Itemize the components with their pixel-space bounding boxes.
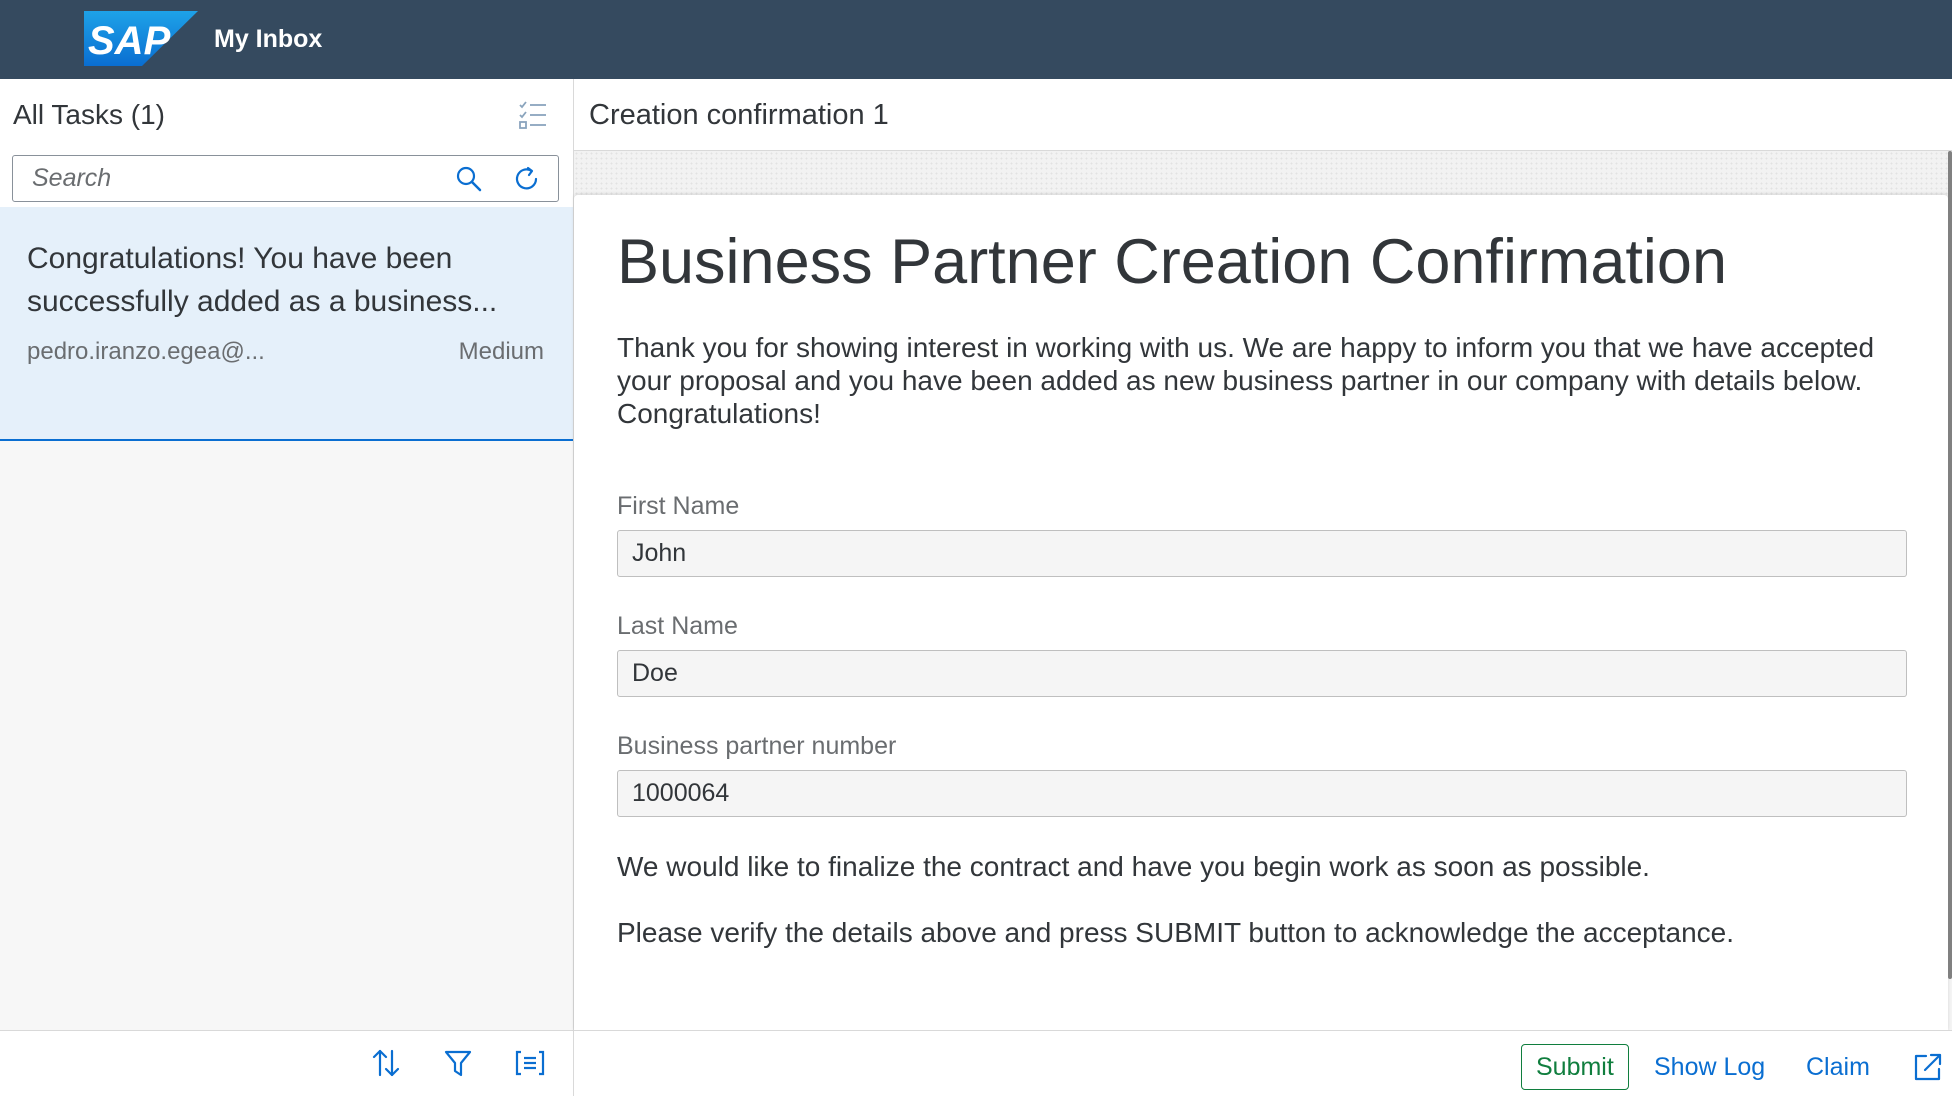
sort-icon <box>372 1049 400 1077</box>
form-title: Business Partner Creation Confirmation <box>617 227 1728 297</box>
sort-button[interactable] <box>366 1043 406 1083</box>
closing-text-2: Please verify the details above and pres… <box>617 917 1735 948</box>
detail-footer-toolbar: Submit Show Log Claim <box>574 1030 1952 1096</box>
task-title: Congratulations! You have been successfu… <box>27 242 498 318</box>
search-button[interactable] <box>451 161 487 197</box>
first-name-field[interactable]: John <box>617 530 1907 577</box>
task-detail-title: Creation confirmation 1 <box>589 99 889 131</box>
closing-text-1: We would like to finalize the contract a… <box>617 851 1650 882</box>
task-list-item[interactable]: Congratulations! You have been successfu… <box>0 207 573 441</box>
group-icon <box>515 1050 545 1076</box>
submit-button[interactable]: Submit <box>1521 1044 1629 1090</box>
task-list-title: All Tasks (1) <box>13 99 165 130</box>
app-title: My Inbox <box>214 25 323 53</box>
detail-background-strip <box>574 151 1952 195</box>
sap-logo[interactable]: SAP <box>84 11 198 66</box>
first-name-label: First Name <box>617 492 740 520</box>
logo-text: SAP <box>88 19 171 63</box>
shell-bar: SAP My Inbox <box>0 0 1952 79</box>
filter-icon <box>444 1050 472 1077</box>
show-log-button[interactable]: Show Log <box>1654 1044 1765 1090</box>
master-header: All Tasks (1) <box>0 79 573 151</box>
master-panel: All Tasks (1) Search Congratulations! Yo… <box>0 79 574 1096</box>
last-name-field[interactable]: Doe <box>617 650 1907 697</box>
task-priority: Medium <box>458 338 544 365</box>
open-external-icon <box>1914 1053 1942 1081</box>
refresh-button[interactable] <box>509 161 545 197</box>
detail-panel: Creation confirmation 1 Business Partner… <box>574 79 1952 1096</box>
master-footer-toolbar <box>0 1030 573 1096</box>
multi-select-button[interactable] <box>515 97 551 133</box>
search-field <box>12 155 559 202</box>
multi-select-icon <box>519 101 546 129</box>
claim-button[interactable]: Claim <box>1806 1044 1870 1090</box>
filter-button[interactable] <box>438 1043 478 1083</box>
detail-header: Creation confirmation 1 <box>574 79 1952 151</box>
search-input[interactable] <box>13 156 443 200</box>
search-icon <box>456 166 482 192</box>
search-row <box>0 151 573 207</box>
refresh-icon <box>515 166 538 190</box>
detail-scrollbar[interactable] <box>1948 151 1952 979</box>
open-task-external-button[interactable] <box>1908 1047 1948 1087</box>
form-intro-text: Thank you for showing interest in workin… <box>617 332 1875 429</box>
task-form-card: Business Partner Creation Confirmation T… <box>574 195 1948 1031</box>
bp-number-label: Business partner number <box>617 732 897 760</box>
last-name-label: Last Name <box>617 612 738 640</box>
task-creator: pedro.iranzo.egea@... <box>27 338 265 365</box>
group-button[interactable] <box>510 1043 550 1083</box>
bp-number-field[interactable]: 1000064 <box>617 770 1907 817</box>
